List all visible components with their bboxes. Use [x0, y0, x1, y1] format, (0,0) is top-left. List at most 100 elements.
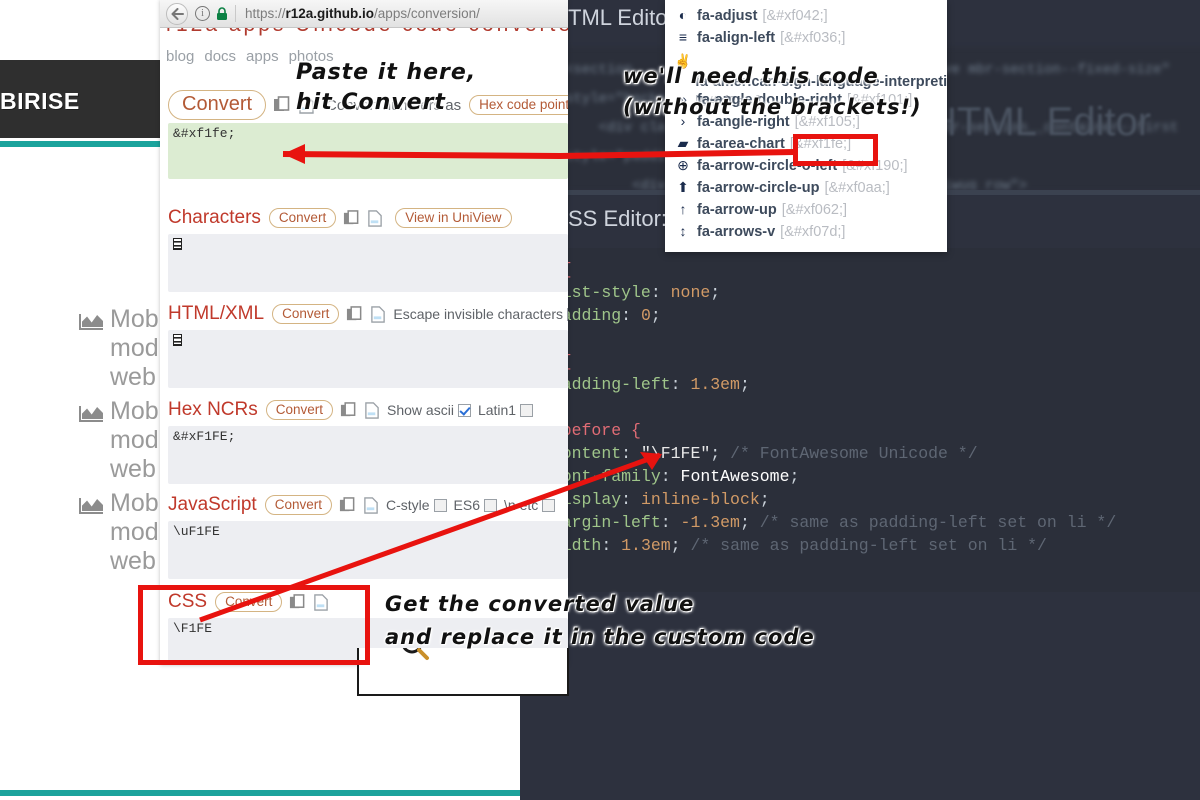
- nav-docs[interactable]: docs: [204, 48, 236, 65]
- nav-photos[interactable]: photos: [289, 48, 334, 65]
- row-output-javascript[interactable]: \uF1FE: [168, 521, 568, 579]
- fa-item-name: fa-arrow-circle-up: [697, 180, 819, 196]
- copy-icon[interactable]: [340, 402, 357, 419]
- fa-item-name: fa-arrows-v: [697, 224, 775, 240]
- address-bar[interactable]: https://r12a.github.io/apps/conversion/: [245, 6, 480, 21]
- view-in-uniview-button[interactable]: View in UniView: [395, 208, 511, 228]
- list-item-label: Mobmodweb: [110, 489, 159, 576]
- search-popup-box: [357, 648, 569, 696]
- newline-etc-checkbox[interactable]: [542, 499, 555, 512]
- screenshot-root: BIRISE Mobmodweb Mobmodweb Mobmodweb TML…: [0, 0, 1200, 800]
- fa-item-name: fa-area-chart: [697, 136, 785, 152]
- convert-button[interactable]: Convert: [266, 400, 333, 420]
- es6-checkbox[interactable]: [484, 499, 497, 512]
- copy-icon[interactable]: [346, 306, 363, 323]
- fa-list-item[interactable]: ≡ fa-align-left [&#xf036;]: [665, 29, 947, 51]
- arrow-circle-o-left-icon: ⊕: [673, 157, 693, 174]
- search-icon: [393, 648, 433, 666]
- arrow-circle-up-icon: ⬆: [673, 179, 693, 196]
- c-style-label: C-style: [386, 497, 430, 513]
- convert-button[interactable]: Convert: [265, 495, 332, 515]
- row-output-characters[interactable]: [168, 234, 568, 292]
- css-editor-label: SS Editor:: [568, 206, 667, 232]
- area-chart-icon: [78, 402, 104, 424]
- file-icon[interactable]: [363, 497, 379, 514]
- tofu-glyph: [173, 334, 182, 346]
- row-title: HTML/XML: [168, 303, 264, 325]
- row-output-hex-ncrs[interactable]: &#xF1FE;: [168, 426, 568, 484]
- es6-label: ES6: [454, 497, 480, 513]
- fa-list-item[interactable]: ⬆ fa-arrow-circle-up [&#xf0aa;]: [665, 179, 947, 201]
- fa-list-item[interactable]: ✌fa-american-sign-language-interpreting …: [665, 51, 947, 91]
- fa-item-code: [&#xf105;]: [795, 114, 860, 130]
- file-icon[interactable]: [364, 402, 380, 419]
- list-item-label: Mobmodweb: [110, 397, 159, 484]
- fa-item-code: [&#xf07d;]: [780, 224, 845, 240]
- fa-list-item[interactable]: › fa-angle-right [&#xf105;]: [665, 113, 947, 135]
- info-icon[interactable]: i: [195, 6, 210, 21]
- row-characters: Characters Convert View in UniView: [168, 205, 568, 292]
- row-title: Characters: [168, 207, 261, 229]
- fa-item-code: [&#xf0aa;]: [824, 180, 889, 196]
- latin1-checkbox[interactable]: [520, 404, 533, 417]
- fa-item-name: fa-adjust: [697, 8, 757, 24]
- nav-blog[interactable]: blog: [166, 48, 194, 65]
- escape-invisible-label: Escape invisible characters: [393, 306, 563, 322]
- breadcrumb: r12a apps Unicode code converter: [166, 28, 568, 37]
- newline-etc-label: \n etc: [504, 497, 538, 513]
- area-chart-icon: [78, 310, 104, 332]
- file-icon[interactable]: [370, 306, 386, 323]
- file-icon[interactable]: [298, 96, 315, 114]
- fa-item-code: [&#xf062;]: [782, 202, 847, 218]
- arrows-v-icon: ↕: [673, 223, 693, 239]
- row-hex-ncrs: Hex NCRs Convert Show ascii Latin1 &#xF1…: [168, 397, 568, 484]
- convert-button[interactable]: Convert: [272, 304, 339, 324]
- row-javascript: JavaScript Convert C-style ES6 \n etc \u…: [168, 492, 568, 579]
- convert-button[interactable]: Convert: [269, 208, 336, 228]
- css-code-area[interactable]: ul { list-style: none; padding: 0; } li …: [520, 248, 1200, 592]
- row-output-html-xml[interactable]: [168, 330, 568, 388]
- align-left-icon: ≡: [673, 29, 693, 45]
- highlight-box-fa-code: [793, 134, 878, 166]
- copy-icon[interactable]: [273, 96, 291, 114]
- fa-list-item[interactable]: ↑ fa-arrow-up [&#xf062;]: [665, 201, 947, 223]
- fa-item-name: fa-angle-double-right: [697, 92, 842, 108]
- list-item-label: Mobmodweb: [110, 305, 159, 392]
- row-title: Hex NCRs: [168, 399, 258, 421]
- browser-chrome-toolbar: i https://r12a.github.io/apps/conversion…: [160, 0, 568, 28]
- row-html-xml: HTML/XML Convert Escape invisible charac…: [168, 301, 568, 388]
- fa-list-item[interactable]: ↕ fa-arrows-v [&#xf07d;]: [665, 223, 947, 245]
- file-icon[interactable]: [367, 210, 383, 227]
- highlight-box-css-row: [138, 585, 370, 665]
- back-arrow-icon[interactable]: [166, 3, 188, 25]
- nav-apps[interactable]: apps: [246, 48, 279, 65]
- latin1-label: Latin1: [478, 402, 516, 418]
- numbers-as-select[interactable]: Hex code points: [469, 95, 568, 115]
- escape-invisible-checkbox[interactable]: [567, 308, 568, 321]
- row-title: JavaScript: [168, 494, 257, 516]
- area-chart-icon: [78, 494, 104, 516]
- fa-item-code: [&#xf101;]: [847, 92, 912, 108]
- fa-item-code: [&#xf036;]: [780, 30, 845, 46]
- show-ascii-checkbox[interactable]: [458, 404, 471, 417]
- copy-icon[interactable]: [339, 497, 356, 514]
- fa-item-name: fa-align-left: [697, 30, 775, 46]
- convert-button-main[interactable]: Convert: [168, 90, 266, 120]
- lock-icon: [216, 7, 228, 21]
- c-style-checkbox[interactable]: [434, 499, 447, 512]
- fontawesome-icon-dropdown[interactable]: ◐ fa-adjust [&#xf042;] ≡ fa-align-left […: [665, 0, 947, 252]
- fa-item-name: fa-american-sign-language-interpreting: [695, 74, 947, 90]
- mobirise-brand-logo: BIRISE: [0, 88, 80, 115]
- site-nav[interactable]: blog docs apps photos: [166, 48, 344, 65]
- browser-window: i https://r12a.github.io/apps/conversion…: [160, 0, 568, 665]
- show-ascii-label: Show ascii: [387, 402, 454, 418]
- html-editor-label: TML Editor:: [568, 5, 681, 31]
- fa-list-item[interactable]: ◐ fa-adjust [&#xf042;]: [665, 7, 947, 29]
- copy-icon[interactable]: [343, 210, 360, 227]
- angle-right-icon: ›: [673, 113, 693, 129]
- convert-input-field[interactable]: &#xf1fe;: [168, 123, 568, 179]
- adjust-icon: ◐: [673, 7, 693, 23]
- american-sign-language-interpreting-icon: ✌: [673, 51, 693, 71]
- url-separator: [235, 5, 236, 22]
- tofu-glyph: [173, 238, 182, 250]
